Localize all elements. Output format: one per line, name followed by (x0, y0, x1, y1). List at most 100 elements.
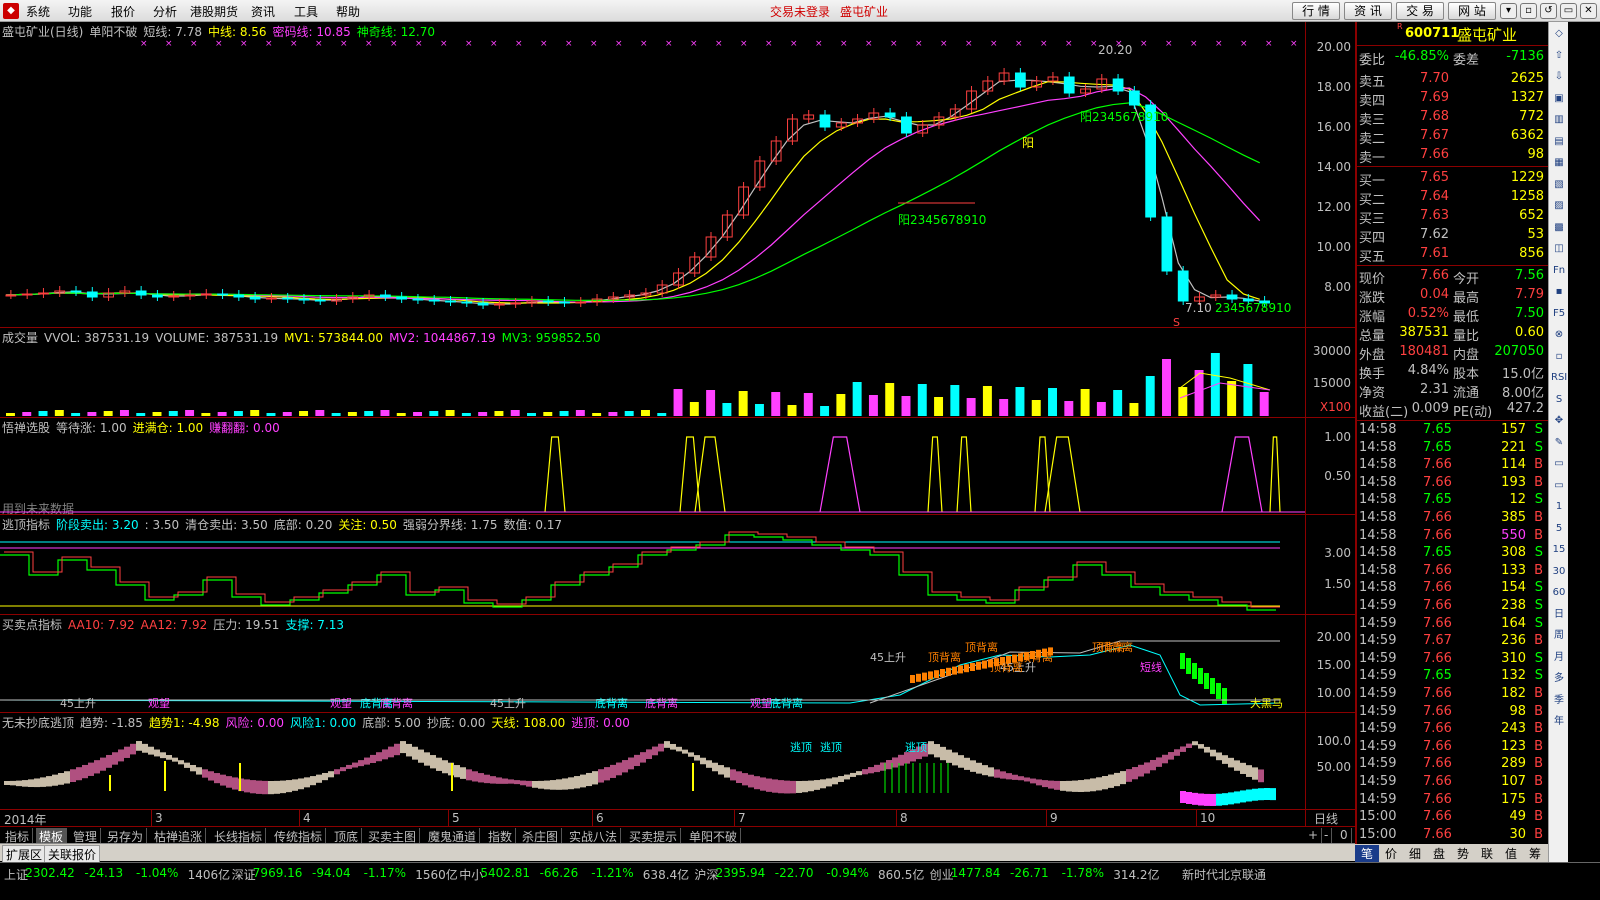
trend-block (712, 762, 718, 772)
tool-icon[interactable]: ⊗ (1551, 327, 1567, 343)
subtab-5[interactable]: 联 (1475, 845, 1499, 862)
tool-icon[interactable]: ⇩ (1551, 69, 1567, 85)
zoom-control[interactable]: + (1305, 828, 1323, 844)
tool-icon[interactable]: 5 (1551, 521, 1567, 537)
website-button[interactable]: 网 站 (1448, 2, 1496, 20)
tool-icon[interactable]: 季 (1551, 693, 1567, 709)
maximize-icon[interactable]: ▭ (1560, 3, 1577, 19)
tick-volume: 182 (1501, 686, 1526, 701)
tab-7[interactable]: 顶底 (331, 828, 363, 844)
subtab-6[interactable]: 值 (1499, 845, 1523, 862)
tool-icon[interactable]: ✥ (1551, 413, 1567, 429)
tool-icon[interactable]: 周 (1551, 628, 1567, 644)
tool-icon[interactable]: RSI (1551, 370, 1567, 386)
tool-icon[interactable]: ▪ (1551, 284, 1567, 300)
signal-spike (1269, 436, 1281, 513)
tool-icon[interactable]: S (1551, 392, 1567, 408)
subtab-4[interactable]: 势 (1451, 845, 1475, 862)
tool-icon[interactable]: ▤ (1551, 134, 1567, 150)
tab-3[interactable]: 另存为 (104, 828, 148, 844)
tool-icon[interactable]: 日 (1551, 607, 1567, 623)
tool-icon[interactable]: 15 (1551, 542, 1567, 558)
tab-2[interactable]: 管理 (70, 828, 102, 844)
zoom-control[interactable]: - (1321, 828, 1333, 844)
tab-0[interactable]: 指标 (2, 828, 34, 844)
menu-tools[interactable]: 工具 (294, 3, 318, 20)
trend-block (556, 779, 562, 790)
trend-block (610, 764, 616, 778)
tool-icon[interactable]: ▣ (1551, 91, 1567, 107)
menu-analysis[interactable]: 分析 (153, 3, 177, 20)
tab-6[interactable]: 传统指标 (271, 828, 327, 844)
maimai-panel[interactable]: 买卖点指标 AA10: 7.92 AA12: 7.92 压力: 19.51 支撑: 7.… (0, 615, 1305, 713)
chaodi-panel[interactable]: 无未抄底逃顶 趋势: -1.85 趋势1: -4.98 风险: 0.00 风险1: 0.… (0, 713, 1305, 810)
current-stock-link[interactable]: 盛屯矿业 (840, 3, 888, 20)
menu-quote[interactable]: 报价 (111, 3, 135, 20)
candlestick-chart[interactable]: × × × × × × × × × × × × × × × × × × × × × × × × × × × × × × × × × × × × × × × ×… (0, 22, 1305, 328)
subtab-3[interactable]: 盘 (1427, 845, 1451, 862)
tool-icon[interactable]: Fn (1551, 263, 1567, 279)
dropdown-icon[interactable]: ▾ (1500, 3, 1517, 19)
volume-panel[interactable]: 成交量 VVOL: 387531.19 VOLUME: 387531.19 MV1: … (0, 328, 1305, 418)
tool-icon[interactable]: 60 (1551, 585, 1567, 601)
menu-news[interactable]: 资讯 (251, 3, 275, 20)
tab-1[interactable]: 模板 (36, 828, 68, 844)
tool-icon[interactable]: ▭ (1551, 478, 1567, 494)
tool-icon[interactable]: 年 (1551, 714, 1567, 730)
subtab-1[interactable]: 价 (1379, 845, 1403, 862)
tool-icon[interactable]: ▧ (1551, 177, 1567, 193)
tab-10[interactable]: 指数 (485, 828, 517, 844)
main-chart-panel[interactable]: 盛屯矿业(日线) 单阳不破 短线: 7.78 中线: 8.56 密码线: 10.85 神奇… (0, 22, 1305, 328)
tool-icon[interactable]: 30 (1551, 564, 1567, 580)
trade-button[interactable]: 交 易 (1396, 2, 1444, 20)
tool-icon[interactable]: 1 (1551, 499, 1567, 515)
menu-system[interactable]: 系统 (26, 3, 50, 20)
tab-14[interactable]: 单阳不破 (686, 828, 742, 844)
tab-4[interactable]: 枯禅追涨 (151, 828, 207, 844)
subtab-7[interactable]: 筹 (1523, 845, 1547, 862)
taoding-panel[interactable]: 逃顶指标 阶段卖出: 3.20: 3.50 清仓卖出: 3.50 底部: 0.20 关注… (0, 515, 1305, 615)
trade-login-status[interactable]: 交易未登录 (770, 3, 830, 20)
minimize-icon[interactable]: ▫ (1520, 3, 1537, 19)
tab-12[interactable]: 实战八法 (566, 828, 622, 844)
x-axis-mode[interactable]: 日线 (1305, 810, 1355, 826)
tool-icon[interactable]: ▭ (1551, 456, 1567, 472)
tab-8[interactable]: 买卖主图 (365, 828, 421, 844)
tab-9[interactable]: 魔鬼通道 (425, 828, 481, 844)
volume-chart[interactable] (0, 328, 1305, 418)
trend-block (1192, 741, 1198, 746)
wuchan-panel[interactable]: 悟禅选股 等待涨: 1.00 进满仓: 1.00 赚翻翻: 0.00 用到未来数据 (0, 418, 1305, 516)
zoom-control[interactable]: 0 (1337, 828, 1352, 844)
news-button[interactable]: 资 讯 (1344, 2, 1392, 20)
taoding-chart[interactable] (0, 515, 1305, 615)
tool-icon[interactable]: ▨ (1551, 198, 1567, 214)
tool-icon[interactable]: ◇ (1551, 26, 1567, 42)
menu-function[interactable]: 功能 (68, 3, 92, 20)
tool-icon[interactable]: ▩ (1551, 220, 1567, 236)
close-icon[interactable]: ✕ (1580, 3, 1597, 19)
yang-mark-label: 阳2345678910 (898, 213, 986, 227)
wuchan-chart[interactable] (0, 418, 1305, 515)
chaodi-chart[interactable]: 逃顶 逃顶 逃顶 (0, 713, 1305, 810)
tool-icon[interactable]: ▫ (1551, 349, 1567, 365)
market-button[interactable]: 行 情 (1292, 2, 1340, 20)
tool-icon[interactable]: ▥ (1551, 112, 1567, 128)
tick-row: 14:58 7.66 550 B (1357, 528, 1548, 546)
tool-icon[interactable]: 月 (1551, 650, 1567, 666)
tab-5[interactable]: 长线指标 (211, 828, 267, 844)
subtab-0[interactable]: 笔 (1355, 845, 1379, 862)
tool-icon[interactable]: 多 (1551, 671, 1567, 687)
subtab-2[interactable]: 细 (1403, 845, 1427, 862)
trend-block (730, 769, 736, 781)
tool-icon[interactable]: ✎ (1551, 435, 1567, 451)
tool-icon[interactable]: ▦ (1551, 155, 1567, 171)
restore-icon[interactable]: ↺ (1540, 3, 1557, 19)
tab-11[interactable]: 杀庄图 (519, 828, 563, 844)
tab-13[interactable]: 买卖提示 (626, 828, 682, 844)
menu-help[interactable]: 帮助 (336, 3, 360, 20)
tool-icon[interactable]: ⇧ (1551, 48, 1567, 64)
maimai-chart[interactable]: 45上升 观望 观望 底背离底背离 45上升 底背离 底背离 观望底背离顶背离45上升顶背离顶… (0, 615, 1305, 713)
menu-futures[interactable]: 港股期货 (190, 3, 238, 20)
tool-icon[interactable]: ◫ (1551, 241, 1567, 257)
tool-icon[interactable]: F5 (1551, 306, 1567, 322)
